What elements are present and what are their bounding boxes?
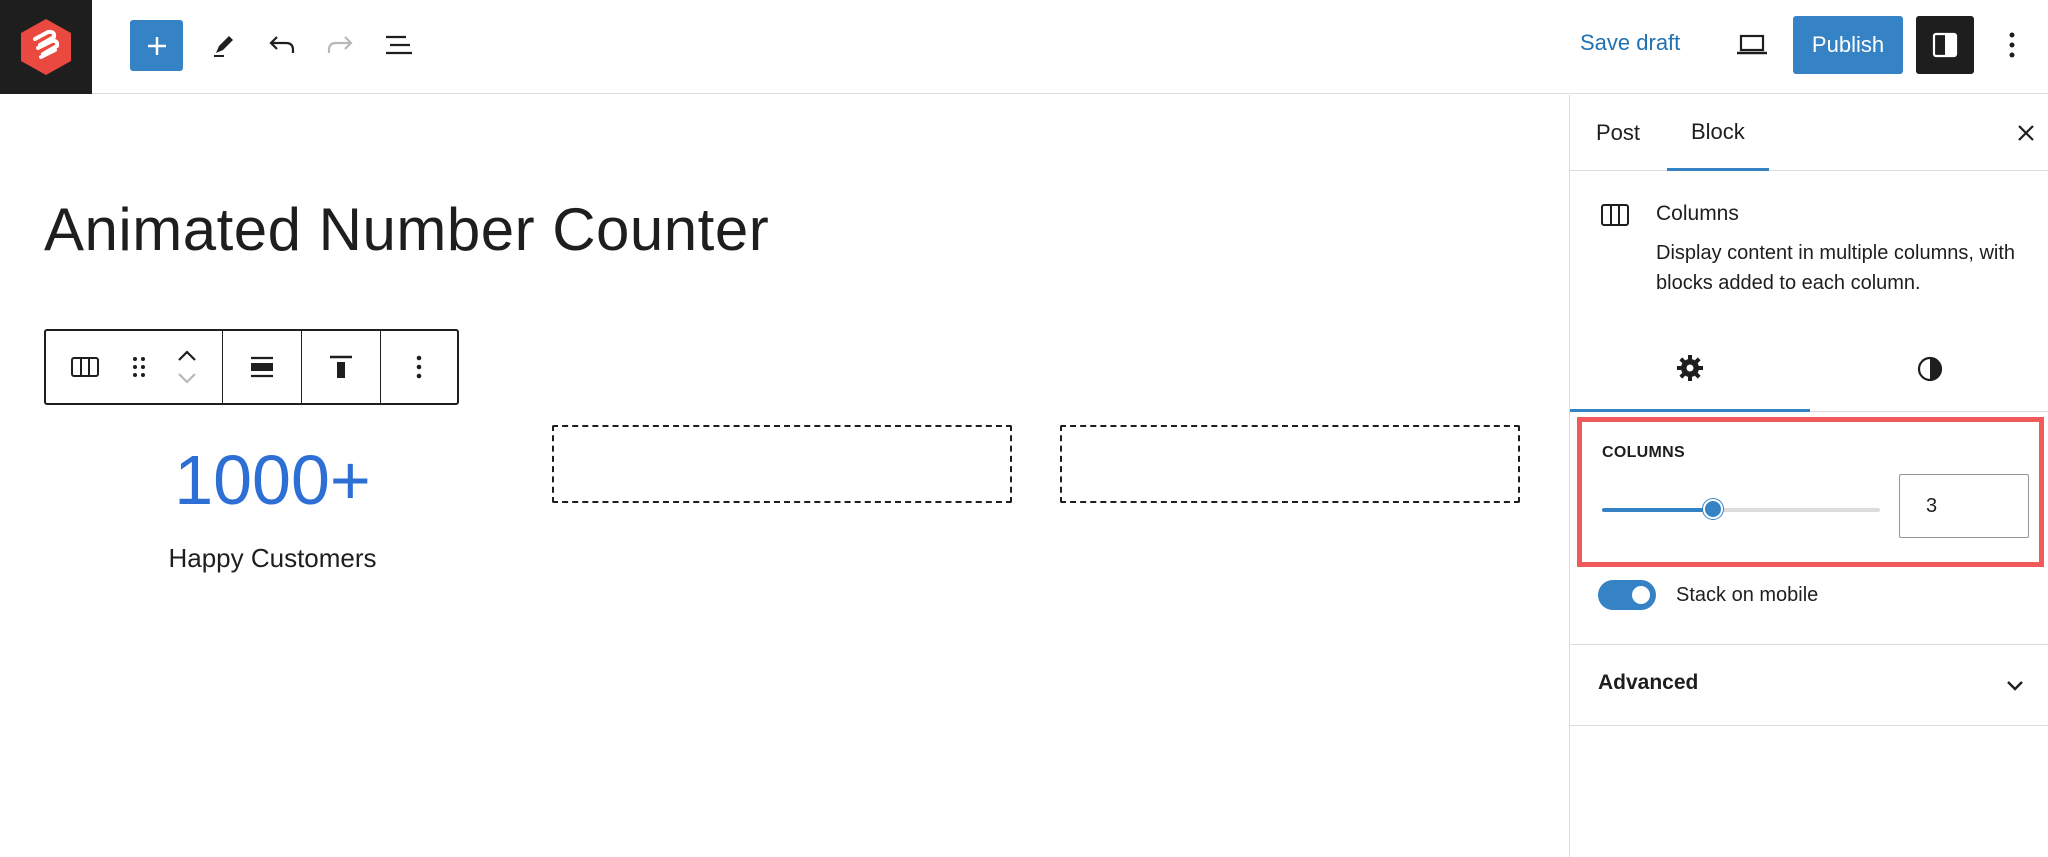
columns-range-track[interactable] [1602,508,1880,512]
sidebar-tabs: Post Block [1570,95,2048,171]
pencil-icon [211,32,237,58]
tools-button[interactable] [202,22,246,68]
move-down-icon[interactable] [176,371,198,385]
block-toolbar-group-align [223,331,302,403]
redo-button[interactable] [318,22,362,68]
inspector-sub-tabs [1570,326,2048,412]
advanced-panel-toggle[interactable]: Advanced [1570,644,2048,726]
more-options-icon [415,354,423,380]
chevron-down-icon [2000,671,2030,701]
columns-count-control: Columns 3 [1577,417,2044,567]
empty-column-placeholder[interactable] [552,425,1012,503]
block-toolbar-group-valign [302,331,381,403]
gear-icon [1676,354,1704,382]
options-menu-button[interactable] [1992,22,2032,68]
vertical-align-button[interactable] [302,331,380,403]
tab-styles[interactable] [1810,326,2048,412]
contrast-icon [1916,355,1944,383]
block-mover [154,331,220,403]
drag-handle-button[interactable] [124,331,154,403]
columns-label: Columns [1602,444,1685,461]
settings-sidebar: Post Block Columns Display content in mu… [1569,95,2048,857]
save-draft-button[interactable]: Save draft [1580,30,1680,56]
columns-range-fill [1602,508,1713,512]
stack-on-mobile-toggle[interactable] [1598,580,1656,610]
tab-settings[interactable] [1570,326,1810,412]
block-toolbar-group-move [46,331,223,403]
post-title[interactable]: Animated Number Counter [44,195,769,264]
laptop-icon [1736,33,1768,57]
sidebar-toggle-icon [1931,31,1959,59]
columns-range-thumb[interactable] [1703,499,1723,519]
preview-button[interactable] [1730,22,1774,68]
block-card-description: Display content in multiple columns, wit… [1656,242,2016,294]
add-block-button[interactable] [130,20,183,71]
undo-button[interactable] [260,22,304,68]
stack-on-mobile-label[interactable]: Stack on mobile [1676,584,1818,607]
site-logo-icon [18,17,74,77]
site-logo-button[interactable] [0,0,92,94]
columns-icon [1600,202,1630,232]
counter-number[interactable]: 1000+ [0,440,545,520]
block-type-button[interactable] [46,331,124,403]
tab-block[interactable]: Block [1667,95,1769,171]
align-wide-icon [249,354,275,380]
tab-post[interactable]: Post [1596,95,1640,171]
list-view-icon [384,33,414,57]
block-toolbar-group-more [381,331,457,403]
counter-label[interactable]: Happy Customers [0,543,545,574]
block-toolbar [44,329,459,405]
editor-header: Save draft Publish [0,0,2048,94]
move-up-icon[interactable] [176,349,198,363]
advanced-label: Advanced [1598,671,1699,694]
undo-icon [268,33,296,57]
redo-icon [326,33,354,57]
columns-icon [70,355,100,379]
align-top-icon [328,354,354,380]
publish-button[interactable]: Publish [1793,16,1903,74]
drag-handle-icon [132,355,146,379]
block-card-title: Columns [1656,202,1739,225]
toggle-knob [1632,586,1650,604]
columns-number-input[interactable]: 3 [1899,474,2029,538]
block-options-button[interactable] [381,331,457,403]
vertical-dots-icon [2008,31,2016,59]
editor-canvas: Animated Number Counter 1000+ Happy Cust… [0,95,1568,857]
plus-icon [145,34,169,58]
align-button[interactable] [223,331,301,403]
settings-toggle-button[interactable] [1916,16,1974,74]
close-sidebar-button[interactable] [2008,113,2044,153]
list-view-button[interactable] [377,22,421,68]
empty-column-placeholder[interactable] [1060,425,1520,503]
stack-on-mobile-row: Stack on mobile [1598,579,1818,611]
close-icon [2016,123,2036,143]
